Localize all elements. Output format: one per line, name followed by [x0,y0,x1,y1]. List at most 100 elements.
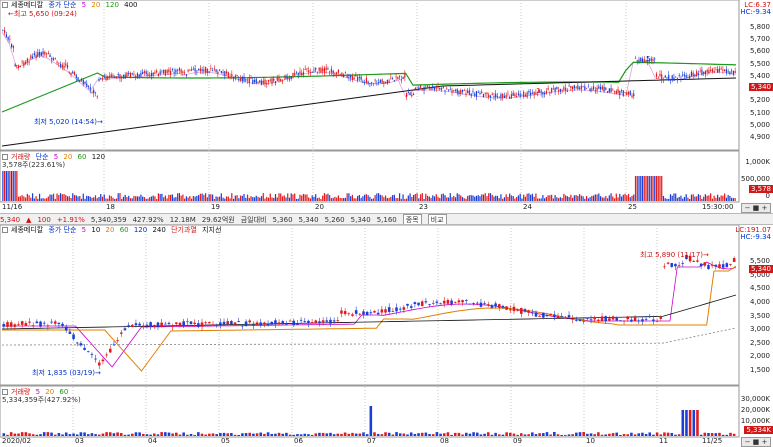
volume-toggle-icon[interactable] [2,154,8,160]
daily-candle-body [222,321,226,325]
daily-candle-body [230,321,233,325]
intraday-candle-volume-bar [404,198,406,201]
indicator-overheat[interactable]: 단기과열 [171,226,197,234]
intraday-candle-volume-bar [196,195,198,201]
daily-candle-volume-bar [6,434,9,436]
intraday-candle-volume-bar [372,198,374,201]
daily-candle-volume-bar [677,434,681,436]
intraday-candle-volume-bar [180,195,182,201]
intraday-candle-volume-bar [694,196,696,201]
intraday-candle-body [608,88,610,93]
legend-toggle-icon[interactable] [2,227,8,233]
daily-candle-body [615,317,619,321]
daily-candle-volume-bar [626,434,630,436]
intraday-candle-body [683,74,686,77]
intraday-candle-volume-bar [107,198,109,201]
intraday-candle-body [170,70,172,75]
daily-candle-volume-bar [108,432,112,436]
daily-candle-body [490,305,494,308]
volume-toggle-icon[interactable] [2,389,8,395]
intraday-candle-volume-bar [542,195,544,201]
daily-candle-volume-bar [263,433,266,436]
intraday-candle-body [390,77,392,79]
intraday-candle-body [710,69,712,71]
axis-tick-label: 4,900 [749,133,770,141]
intraday-candle-body [664,75,666,78]
intraday-candle-body [126,72,128,77]
daily-candle-body [729,264,732,266]
quote-field[interactable]: 비교 [427,214,447,224]
intraday-candle-volume-bar [332,197,334,201]
daily-candle-volume-bar [292,434,296,436]
intraday-candle-volume-bar [722,195,724,201]
intraday-candle-volume-bar [544,198,546,201]
intraday-candle-volume-bar [386,198,388,201]
intraday-candle-body [369,83,371,84]
daily-chart-pane[interactable]: 세종메디칼 종가 단순 5 10 20 60 120 240 단기과열 지지선 … [0,225,773,447]
daily-candle-body [237,321,240,322]
daily-candle-volume-bar [710,433,714,436]
daily-candle-volume-bar [718,432,721,436]
daily-candle-body [193,322,196,325]
intraday-candle-body [509,97,511,99]
indicator-support[interactable]: 지지선 [202,226,221,234]
intraday-chart-canvas[interactable] [0,0,773,213]
daily-candle-body [611,316,615,320]
intraday-candle-body [578,87,581,90]
zoom-control[interactable]: − ■ + [741,203,771,213]
axis-tick-label: 06 [294,437,303,445]
quote-field[interactable]: 종목 [402,214,422,224]
intraday-candle-volume-bar [701,198,703,201]
daily-candle-body [292,320,296,326]
intraday-candle-body [59,64,62,67]
daily-candle-volume-bar [241,433,244,436]
intraday-candle-volume-bar [687,197,689,201]
intraday-candle-volume-bar [184,198,186,201]
legend-toggle-icon[interactable] [2,2,8,8]
daily-candle-volume-bar [578,432,582,436]
intraday-candle-body [105,77,107,80]
intraday-candle-volume-bar [215,196,217,201]
daily-candle-body [523,309,527,312]
daily-candle-body [659,316,663,319]
quote-field: 5,260 [324,216,345,224]
intraday-candle-body [274,81,277,84]
intraday-candle-volume-bar [73,195,76,201]
intraday-candle-volume-bar [710,193,712,201]
daily-candle-volume-bar [307,434,310,436]
intraday-candle-volume-bar [320,198,322,201]
daily-candle-body [42,322,46,324]
intraday-candle-body [285,75,287,80]
signal-marker-1[interactable]: 1 [536,87,540,95]
intraday-candle-body [575,87,577,88]
intraday-chart-pane[interactable]: 세종메디칼 종가 단순 5 20 120 400 ←최고 5,650 (09:2… [0,0,773,213]
intraday-candle-body [734,70,736,74]
daily-candle-volume-bar [281,433,285,436]
daily-candle-body [204,322,207,324]
intraday-candle-volume-bar [673,193,675,201]
intraday-candle-volume-bar [75,195,77,201]
intraday-candle-volume-bar [496,195,499,201]
intraday-candle-volume-bar [51,194,53,201]
intraday-candle-body [531,93,534,94]
daily-candle-volume-bar [193,434,196,436]
daily-candle-body [648,316,652,318]
daily-candle-volume-bar [696,410,699,436]
daily-candle-volume-bar [325,433,329,436]
intraday-candle-body [14,64,16,67]
intraday-candle-body [142,71,144,75]
intraday-candle-volume-bar [433,196,436,201]
zoom-control[interactable]: − ■ + [741,437,771,447]
intraday-candle-body [398,76,401,78]
intraday-candle-body [192,68,194,70]
intraday-candle-body [551,87,553,93]
intraday-candle-body [507,93,509,95]
daily-candle-volume-bar [560,434,563,436]
ma-period-20: 20 [105,226,115,234]
intraday-candle-body [217,71,219,74]
intraday-candle-body [423,87,425,91]
signal-marker-5[interactable]: 5 [646,55,650,63]
intraday-candle-volume-bar [465,198,467,201]
vol-period-20: 20 [63,153,73,161]
intraday-candle-volume-bar [671,195,673,201]
